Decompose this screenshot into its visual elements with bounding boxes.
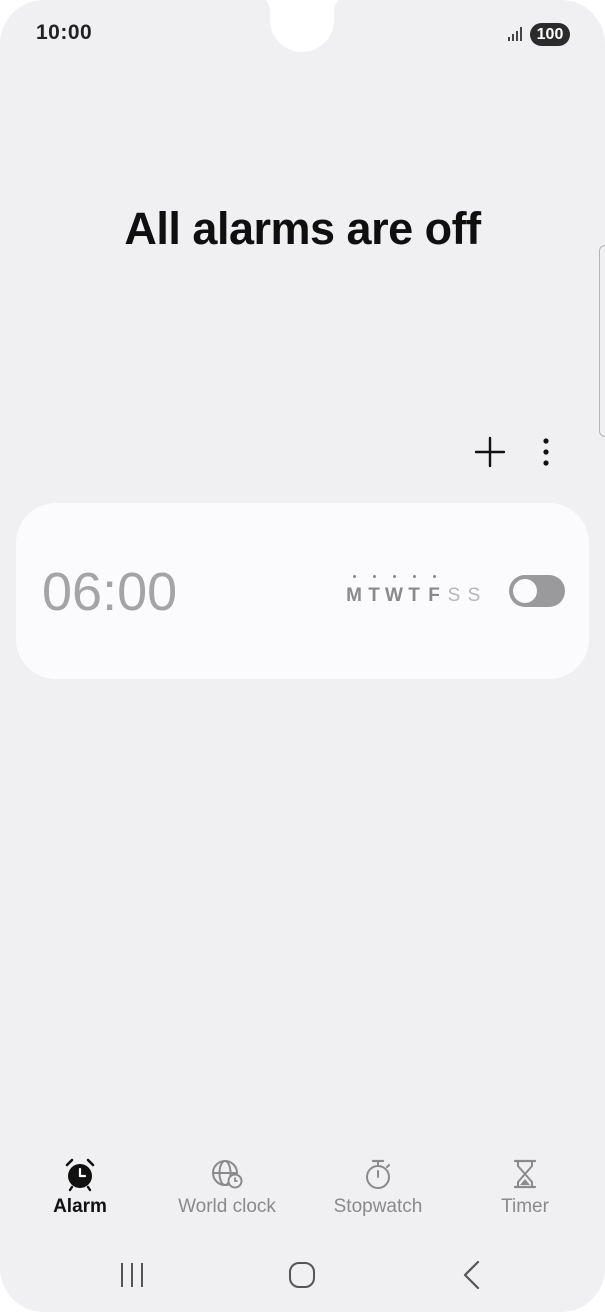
battery-indicator: 100	[530, 23, 570, 46]
recents-icon[interactable]	[112, 1257, 152, 1293]
alarm-repeat-days: M T W T F S S	[344, 573, 484, 613]
tab-world-clock[interactable]: World clock	[152, 1150, 302, 1218]
page-title: All alarms are off	[124, 203, 481, 254]
tab-stopwatch-label: Stopwatch	[333, 1196, 423, 1217]
tab-world-clock-label: World clock	[178, 1196, 276, 1217]
globe-clock-icon	[212, 1160, 243, 1189]
day-tuesday: T	[364, 573, 384, 613]
more-vertical-icon[interactable]	[530, 432, 562, 472]
tab-alarm[interactable]: Alarm	[5, 1150, 155, 1218]
day-saturday: S	[447, 585, 461, 606]
plus-icon[interactable]	[470, 432, 510, 472]
camera-notch	[256, 0, 348, 52]
alarm-card[interactable]: 06:00 M T W T F S S	[16, 503, 589, 679]
home-icon[interactable]	[282, 1257, 322, 1293]
back-icon[interactable]	[452, 1257, 492, 1293]
day-friday: F	[424, 573, 444, 613]
day-monday: M	[344, 573, 364, 613]
alarm-time: 06:00	[42, 562, 178, 622]
tab-stopwatch[interactable]: Stopwatch	[303, 1150, 453, 1218]
screen: 10:00 100 All alarms are off 06:00 M T W…	[0, 0, 605, 1312]
tab-timer[interactable]: Timer	[450, 1150, 600, 1218]
tab-timer-label: Timer	[501, 1196, 549, 1217]
tab-alarm-label: Alarm	[53, 1196, 107, 1217]
day-thursday: T	[404, 573, 424, 613]
day-sunday: S	[467, 585, 481, 606]
day-wednesday: W	[384, 573, 404, 613]
bottom-tab-bar: Alarm World clock Stopwatch Timer	[0, 1150, 605, 1230]
status-time: 10:00	[36, 21, 93, 44]
alarm-toggle[interactable]	[509, 575, 565, 607]
alarm-clock-icon	[65, 1158, 95, 1192]
stopwatch-icon	[366, 1159, 390, 1189]
signal-icon	[508, 27, 522, 41]
hourglass-icon	[513, 1159, 537, 1189]
system-nav-bar	[0, 1245, 605, 1305]
edge-panel-handle[interactable]	[599, 245, 605, 437]
toggle-knob	[513, 579, 537, 603]
